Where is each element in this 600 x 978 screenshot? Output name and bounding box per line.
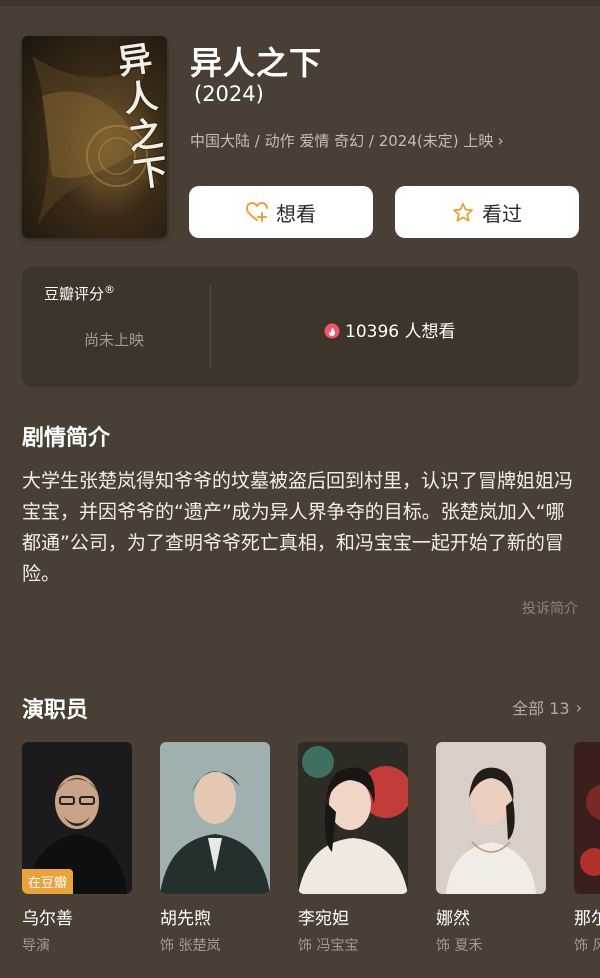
synopsis-heading: 剧情简介 [22,426,111,451]
cast-role: 饰 夏禾 [436,938,483,954]
cast-role: 饰 张楚岚 [160,938,221,954]
status-strip [0,0,600,6]
cast-role: 导演 [22,938,50,954]
registered-mark: ® [104,283,116,296]
movie-poster[interactable]: 异人之下 [22,36,167,238]
cast-member[interactable]: 娜然 饰 夏禾 [436,742,546,955]
cast-role: 饰 冯宝宝 [298,938,359,954]
avatar [436,742,546,894]
rating-label-text: 豆瓣评分 [44,285,105,303]
cast-role: 饰 风 [574,938,600,954]
chevron-right-icon: › [575,697,582,717]
movie-meta-text: 中国大陆 / 动作 爱情 奇幻 / 2024(未定) 上映 [190,132,494,150]
cast-photo [574,742,600,894]
cast-list[interactable]: 在豆瓣 乌尔善 导演 胡先煦 饰 张楚岚 李宛妲 饰 冯宝宝 娜然 饰 夏禾 那… [22,742,600,978]
avatar [160,742,270,894]
heart-plus-icon [246,202,268,222]
cast-member[interactable]: 李宛妲 饰 冯宝宝 [298,742,408,955]
cast-name: 那尔 [574,909,600,929]
cast-photo: 在豆瓣 [22,742,132,894]
star-outline-icon [453,202,473,222]
avatar [298,742,408,894]
cast-all-label: 全部 13 [512,699,570,718]
on-douban-badge: 在豆瓣 [22,869,74,894]
watched-label: 看过 [482,201,522,226]
cast-photo [160,742,270,894]
poster-title: 异人之下 [109,39,167,196]
movie-meta[interactable]: 中国大陆 / 动作 爱情 奇幻 / 2024(未定) 上映 › [190,130,504,151]
watched-button[interactable]: 看过 [395,186,579,238]
cast-name: 娜然 [436,909,470,929]
cast-photo [436,742,546,894]
chevron-right-icon: › [497,131,504,150]
want-to-watch-button[interactable]: 想看 [189,186,373,238]
movie-title: 异人之下 [190,44,323,82]
want-to-watch-label: 想看 [276,201,316,226]
cast-member[interactable]: 在豆瓣 乌尔善 导演 [22,742,132,955]
synopsis-text[interactable]: 大学生张楚岚得知爷爷的坟墓被盗后回到村里，认识了冒牌姐姐冯宝宝，并因爷爷的“遗产… [22,466,582,590]
cast-name: 胡先煦 [160,909,211,929]
rating-label: 豆瓣评分® [44,283,115,304]
wish-count-text: 10396 人想看 [345,322,456,342]
cast-heading: 演职员 [22,698,89,723]
rating-divider [210,285,211,369]
report-synopsis-link[interactable]: 投诉简介 [522,598,578,618]
movie-year: (2024) [194,82,264,106]
cast-member[interactable]: 胡先煦 饰 张楚岚 [160,742,270,955]
rating-card[interactable]: 豆瓣评分® 尚未上映 10396 人想看 [22,267,578,387]
cast-name: 李宛妲 [298,909,349,929]
cast-view-all-link[interactable]: 全部 13 › [512,695,582,719]
flame-icon [324,323,340,338]
rating-status: 尚未上映 [84,331,145,349]
cast-name: 乌尔善 [22,909,73,929]
wish-count: 10396 人想看 [324,317,455,342]
cast-photo [298,742,408,894]
cast-member[interactable]: 那尔 饰 风 [574,742,600,955]
avatar [574,742,600,894]
